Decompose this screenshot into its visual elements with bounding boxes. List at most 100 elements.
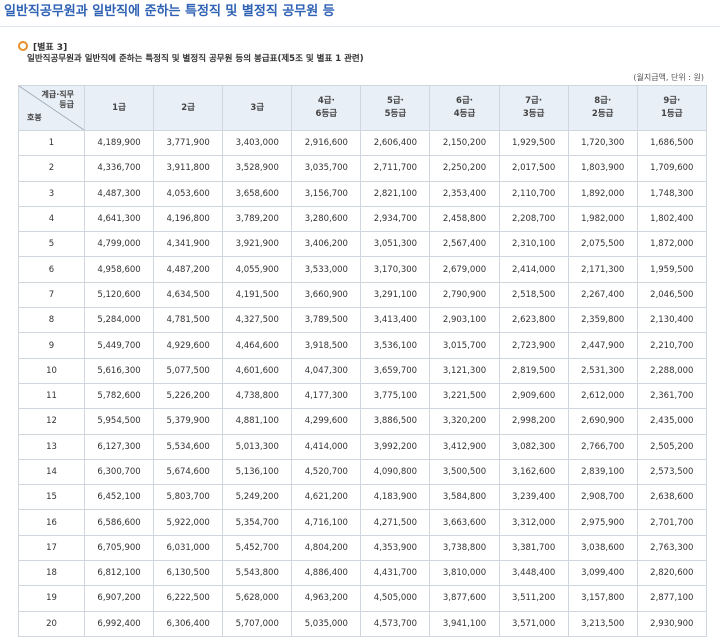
salary-cell: 5,954,500 (83, 408, 155, 435)
salary-cell: 2,623,800 (498, 307, 569, 334)
salary-cell: 4,799,000 (83, 231, 155, 258)
salary-cell: 5,452,700 (222, 534, 293, 562)
salary-cell: 5,782,600 (83, 382, 155, 410)
salary-cell: 3,221,500 (429, 382, 500, 410)
salary-cell: 2,998,200 (498, 408, 569, 435)
salary-cell: 4,183,900 (360, 484, 431, 511)
salary-cell: 6,992,400 (83, 610, 155, 637)
salary-cell: 6,705,900 (83, 534, 155, 562)
salary-cell: 2,819,500 (498, 357, 569, 384)
salary-cell: 5,284,000 (83, 307, 155, 334)
salary-cell: 3,941,100 (429, 610, 500, 637)
salary-cell: 3,533,000 (291, 256, 362, 283)
salary-cell: 5,922,000 (153, 509, 224, 536)
section-tag-row: [별표 3] (18, 39, 706, 53)
table-row: 12 5,954,500 5,379,900 4,881,100 4,299,600 3,… (18, 408, 707, 435)
salary-cell: 3,738,800 (429, 534, 500, 562)
salary-cell: 3,810,000 (429, 560, 500, 587)
salary-cell: 2,531,300 (567, 357, 638, 384)
hobong-cell: 8 (18, 307, 85, 334)
salary-cell: 5,354,700 (222, 509, 293, 536)
table-row: 6 4,958,600 4,487,200 4,055,900 3,533,000 3,1… (18, 256, 707, 283)
salary-cell: 3,082,300 (498, 433, 569, 460)
salary-cell: 5,013,300 (222, 433, 293, 460)
salary-cell: 3,280,600 (291, 205, 362, 233)
salary-cell: 4,464,600 (222, 332, 293, 359)
salary-cell: 2,916,600 (291, 129, 362, 157)
salary-cell: 2,414,000 (498, 256, 569, 283)
hobong-cell: 16 (18, 509, 85, 536)
column-header-line: 9급· (663, 96, 681, 106)
hobong-cell: 13 (18, 433, 85, 460)
table-row: 9 5,449,700 4,929,600 4,464,600 3,918,500 3,5… (18, 332, 707, 359)
salary-cell: 5,803,700 (153, 484, 224, 511)
salary-cell: 4,573,700 (360, 610, 431, 637)
salary-cell: 4,886,400 (291, 560, 362, 587)
salary-cell: 2,359,800 (567, 307, 638, 334)
salary-cell: 5,543,800 (222, 560, 293, 587)
corner-bottom-label: 호봉 (27, 113, 42, 122)
column-header: 5급· 5등급 (360, 85, 431, 131)
column-header-line: 6급· (456, 96, 473, 106)
table-body: 1 4,189,900 3,771,900 3,403,000 2,916,600 2,6… (18, 129, 707, 637)
salary-cell: 3,663,600 (429, 509, 500, 536)
salary-cell: 3,121,300 (429, 357, 500, 384)
table-row: 5 4,799,000 4,341,900 3,921,900 3,406,200 3,0… (18, 231, 707, 258)
salary-cell: 5,534,600 (153, 433, 224, 460)
salary-cell: 2,505,200 (636, 433, 707, 460)
salary-cell: 4,177,300 (291, 382, 362, 410)
section-tag: [별표 3] (33, 42, 68, 53)
salary-cell: 3,921,900 (222, 231, 293, 258)
hobong-cell: 4 (18, 205, 85, 233)
salary-cell: 1,748,300 (636, 180, 707, 207)
salary-cell: 2,130,400 (636, 307, 707, 334)
salary-cell: 3,051,300 (360, 231, 431, 258)
salary-cell: 2,839,100 (567, 458, 638, 486)
salary-cell: 3,886,500 (360, 408, 431, 435)
salary-cell: 3,015,700 (429, 332, 500, 359)
column-header: 4급· 6등급 (291, 85, 362, 131)
column-header-line: 6등급 (315, 109, 338, 119)
salary-cell: 3,500,500 (429, 458, 500, 486)
salary-cell: 3,035,700 (291, 155, 362, 182)
salary-cell: 6,306,400 (153, 610, 224, 637)
salary-cell: 5,379,900 (153, 408, 224, 435)
salary-cell: 2,763,300 (636, 534, 707, 562)
column-header: 7급· 3등급 (498, 85, 569, 131)
salary-cell: 4,196,800 (153, 205, 224, 233)
salary-cell: 2,790,900 (429, 281, 500, 309)
column-header: 1급 (83, 85, 155, 131)
salary-cell: 4,963,200 (291, 585, 362, 612)
salary-cell: 2,821,100 (360, 180, 431, 207)
salary-cell: 1,686,500 (636, 129, 707, 157)
salary-cell: 2,310,100 (498, 231, 569, 258)
salary-cell: 3,312,000 (498, 509, 569, 536)
salary-cell: 3,571,000 (498, 610, 569, 637)
salary-cell: 2,435,000 (636, 408, 707, 435)
salary-cell: 4,505,000 (360, 585, 431, 612)
table-row: 19 6,907,200 6,222,500 5,628,000 4,963,200 4,… (18, 585, 707, 612)
salary-cell: 2,679,000 (429, 256, 500, 283)
salary-cell: 3,403,000 (222, 129, 293, 157)
salary-cell: 4,520,700 (291, 458, 362, 486)
page-title: 일반직공무원과 일반직에 준하는 특정직 및 별정직 공무원 등 (0, 0, 720, 27)
salary-cell: 3,213,500 (567, 610, 638, 637)
salary-cell: 4,327,500 (222, 307, 293, 334)
salary-cell: 3,157,800 (567, 585, 638, 612)
unit-note: (월지급액, 단위 : 원) (633, 73, 704, 82)
salary-cell: 4,336,700 (83, 155, 155, 182)
corner-top-line1: 계급·직무 (41, 90, 74, 99)
salary-cell: 4,189,900 (83, 129, 155, 157)
salary-cell: 4,053,600 (153, 180, 224, 207)
salary-cell: 3,789,500 (291, 307, 362, 334)
table-row: 16 6,586,600 5,922,000 5,354,700 4,716,100 4,… (18, 509, 707, 536)
salary-cell: 4,341,900 (153, 231, 224, 258)
hobong-cell: 15 (18, 484, 85, 511)
hobong-cell: 7 (18, 281, 85, 309)
salary-cell: 5,707,000 (222, 610, 293, 637)
column-header-line: 1등급 (661, 109, 683, 119)
salary-cell: 2,046,500 (636, 281, 707, 309)
salary-cell: 3,448,400 (498, 560, 569, 587)
hobong-cell: 12 (18, 408, 85, 435)
salary-cell: 3,789,200 (222, 205, 293, 233)
